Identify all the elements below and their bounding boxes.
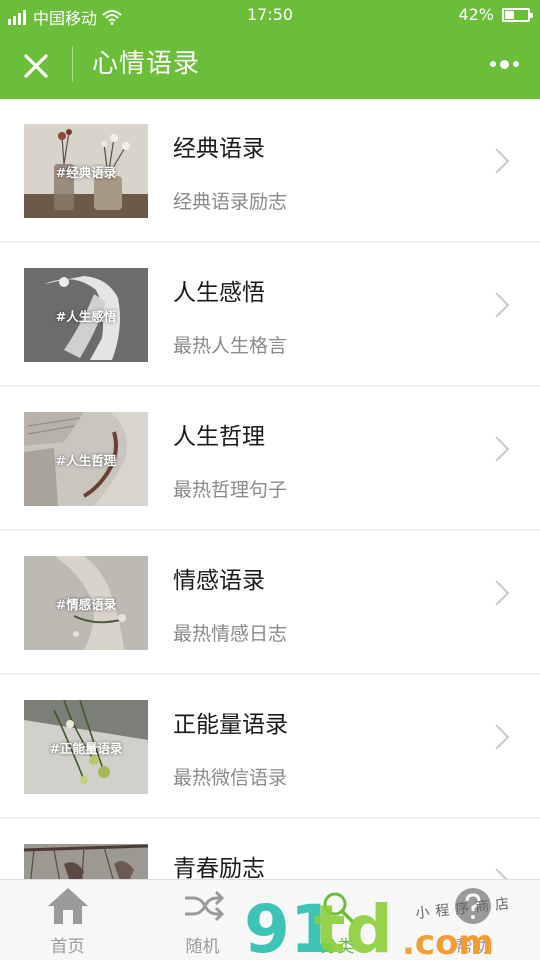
more-icon[interactable] bbox=[486, 52, 522, 76]
item-title: 人生哲理 bbox=[173, 424, 265, 450]
home-icon bbox=[48, 888, 88, 924]
item-subtitle: 经典语录励志 bbox=[173, 191, 288, 213]
thumbnail-tag: #人生哲理 bbox=[55, 453, 117, 468]
battery-percent: 42% bbox=[458, 5, 494, 24]
chevron-right-icon bbox=[495, 292, 510, 318]
chevron-right-icon bbox=[495, 148, 510, 174]
item-subtitle: 最热微信语录 bbox=[173, 767, 288, 789]
item-title: 正能量语录 bbox=[173, 712, 288, 738]
page-title: 心情语录 bbox=[92, 49, 201, 79]
thumbnail-tag: #经典语录 bbox=[55, 165, 117, 180]
item-title: 经典语录 bbox=[173, 136, 265, 162]
tab-random[interactable]: 随机 bbox=[135, 880, 270, 960]
thumbnail-image: #正能量语录 bbox=[24, 700, 148, 794]
thumbnail-tag: #人生感悟 bbox=[55, 309, 117, 324]
thumbnail-image: #人生感悟 bbox=[24, 268, 148, 362]
chevron-right-icon bbox=[495, 724, 510, 750]
chevron-right-icon bbox=[495, 868, 508, 879]
close-icon[interactable] bbox=[18, 48, 54, 84]
tab-label: 首页 bbox=[50, 937, 85, 957]
battery-icon bbox=[502, 7, 533, 22]
chevron-right-icon bbox=[495, 580, 510, 606]
item-subtitle: 最热情感日志 bbox=[173, 623, 288, 645]
list-item[interactable]: #情感语录 情感语录 最热情感日志 bbox=[0, 531, 540, 673]
list-item[interactable]: #人生感悟 人生感悟 最热人生格言 bbox=[0, 243, 540, 385]
tab-label: 分类 bbox=[320, 937, 355, 957]
tab-label: 帮助 bbox=[455, 937, 490, 957]
tab-bar: 首页 随机 分类 帮助 bbox=[0, 879, 540, 960]
thumbnail-tag: #正能量语录 bbox=[49, 741, 123, 756]
nav-divider bbox=[72, 46, 73, 82]
status-bar: 中国移动 17:50 42% bbox=[0, 0, 540, 30]
chevron-right-icon bbox=[495, 436, 510, 462]
item-title: 青春励志 bbox=[173, 856, 265, 879]
thumbnail-tag: #情感语录 bbox=[55, 597, 117, 612]
item-subtitle: 最热哲理句子 bbox=[173, 479, 288, 501]
item-title: 情感语录 bbox=[173, 568, 265, 594]
item-title: 人生感悟 bbox=[173, 280, 265, 306]
tab-label: 随机 bbox=[185, 937, 220, 957]
item-subtitle: 最热人生格言 bbox=[173, 335, 288, 357]
list-item[interactable]: #正能量语录 正能量语录 最热微信语录 bbox=[0, 675, 540, 817]
thumbnail-image: #经典语录 bbox=[24, 124, 148, 218]
list-item[interactable]: #经典语录 经典语录 经典语录励志 bbox=[0, 99, 540, 241]
status-right: 42% bbox=[458, 5, 533, 24]
tab-home[interactable]: 首页 bbox=[0, 880, 135, 960]
list-item[interactable]: 青春励志 bbox=[0, 819, 540, 879]
thumbnail-image: #情感语录 bbox=[24, 556, 148, 650]
thumbnail-image: #人生哲理 bbox=[24, 412, 148, 506]
search-icon bbox=[323, 892, 354, 923]
shuffle-icon bbox=[185, 890, 225, 922]
tab-category[interactable]: 分类 bbox=[270, 880, 405, 960]
tab-help[interactable]: 帮助 bbox=[405, 880, 540, 960]
thumbnail-image bbox=[24, 844, 148, 879]
category-list: #经典语录 经典语录 经典语录励志 #人生感悟 人生感悟 最热人生格言 #人生哲… bbox=[0, 99, 540, 879]
swings-image bbox=[24, 844, 148, 879]
list-item[interactable]: #人生哲理 人生哲理 最热哲理句子 bbox=[0, 387, 540, 529]
navigation-bar: 心情语录 bbox=[0, 30, 540, 99]
help-icon bbox=[455, 888, 491, 924]
